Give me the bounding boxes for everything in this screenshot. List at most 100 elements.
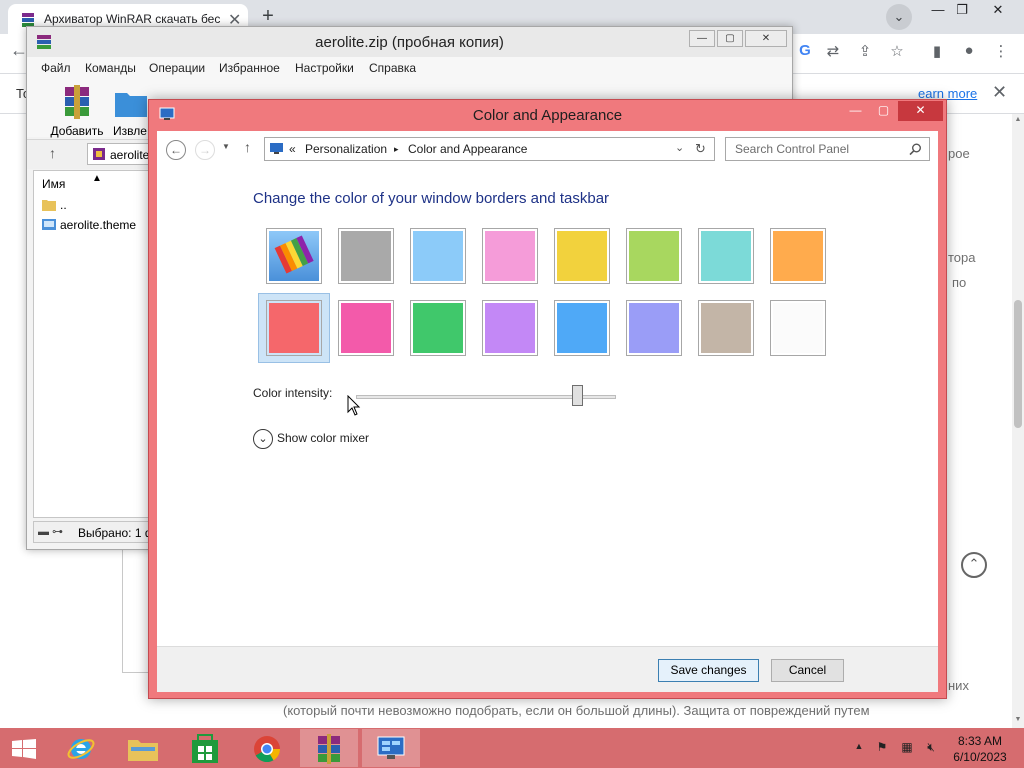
color-swatch[interactable] — [770, 228, 826, 284]
color-swatch[interactable] — [554, 300, 610, 356]
taskbar-control-panel[interactable] — [362, 729, 420, 767]
taskbar-file-explorer[interactable] — [114, 729, 172, 767]
winrar-icon — [318, 734, 340, 764]
scroll-to-top-button[interactable]: ⌃ — [961, 552, 987, 578]
browser-close-button[interactable]: ✕ — [982, 0, 1014, 22]
color-swatch[interactable] — [410, 300, 466, 356]
color-swatch[interactable] — [626, 300, 682, 356]
back-button[interactable]: ← — [166, 140, 186, 160]
breadcrumb-separator-icon[interactable]: ▸ — [394, 144, 399, 155]
color-intensity-slider-thumb[interactable] — [572, 385, 583, 406]
page-text-fragment: рое — [948, 146, 970, 161]
scroll-up-arrow-icon[interactable]: ▲ — [1012, 116, 1024, 123]
minimize-button[interactable]: — — [842, 101, 869, 121]
color-swatch[interactable] — [770, 300, 826, 356]
search-box[interactable]: Search Control Panel — [725, 137, 930, 161]
browser-restore-button[interactable]: ❐ — [946, 0, 978, 22]
page-text-fragment: по — [952, 275, 967, 290]
close-button[interactable]: ✕ — [898, 101, 943, 121]
search-icon[interactable] — [909, 143, 922, 156]
taskbar-chrome[interactable] — [238, 729, 296, 767]
winrar-path-field[interactable]: aerolite — [87, 143, 153, 165]
extract-folder-icon — [115, 93, 147, 117]
winrar-close-button[interactable]: ✕ — [745, 30, 787, 47]
taskbar-internet-explorer[interactable] — [52, 729, 110, 767]
menu-kebab-icon[interactable]: ⋮ — [990, 42, 1012, 60]
color-swatch[interactable] — [482, 228, 538, 284]
action-center-flag-icon[interactable]: ⚑ — [873, 740, 891, 756]
translate-icon[interactable]: ⇄ — [822, 42, 844, 60]
color-appearance-titlebar[interactable]: Color and Appearance — ▢ ✕ — [149, 100, 946, 130]
column-header-name[interactable]: Имя — [42, 177, 65, 191]
address-dropdown-icon[interactable]: ⌄ — [675, 141, 684, 154]
tab-search-button[interactable]: ⌄ — [886, 4, 912, 30]
taskbar-winrar[interactable] — [300, 729, 358, 767]
clock-date[interactable]: 6/10/2023 — [950, 750, 1010, 764]
save-changes-button[interactable]: Save changes — [658, 659, 759, 682]
swatch-fill — [629, 303, 679, 353]
tray-overflow-icon[interactable]: ▲ — [850, 741, 868, 757]
list-item[interactable]: aerolite.theme — [42, 217, 162, 235]
menu-commands[interactable]: Команды — [85, 61, 136, 75]
show-color-mixer-link[interactable]: Show color mixer — [277, 431, 369, 445]
list-item[interactable]: .. — [42, 197, 152, 215]
color-swatch[interactable] — [338, 228, 394, 284]
network-icon[interactable]: ▦ — [898, 740, 916, 756]
menu-operations[interactable]: Операции — [149, 61, 205, 75]
breadcrumb-color-appearance[interactable]: Color and Appearance — [408, 142, 527, 156]
breadcrumb-prefix[interactable]: « — [289, 142, 296, 156]
taskbar-store[interactable] — [176, 729, 234, 767]
store-icon — [192, 734, 218, 763]
menu-favorites[interactable]: Избранное — [219, 61, 280, 75]
refresh-icon[interactable]: ↻ — [695, 141, 706, 157]
dialog-footer: Save changes Cancel — [157, 646, 938, 692]
menu-settings[interactable]: Настройки — [295, 61, 354, 75]
scrollbar-thumb[interactable] — [1014, 300, 1022, 428]
chevron-down-icon[interactable]: ⌄ — [253, 429, 273, 449]
swatch-fill — [701, 231, 751, 281]
swatch-fill — [413, 303, 463, 353]
bookmark-star-icon[interactable]: ☆ — [886, 42, 908, 60]
add-button[interactable]: Добавить — [47, 85, 107, 138]
share-icon[interactable]: ⇪ — [854, 42, 876, 60]
infobar-close-icon[interactable]: ✕ — [992, 82, 1007, 103]
recent-pages-dropdown-icon[interactable]: ▼ — [222, 142, 230, 151]
page-text-fragment: тора — [948, 250, 976, 265]
swatch-fill — [557, 231, 607, 281]
control-panel-address-icon — [270, 143, 283, 154]
menu-file[interactable]: Файл — [41, 61, 71, 75]
start-button[interactable] — [0, 729, 48, 767]
google-icon[interactable]: G — [794, 42, 816, 59]
color-swatch[interactable] — [338, 300, 394, 356]
navigation-bar: ← → ▼ ↑ « Personalization ▸ Color and Ap… — [157, 131, 938, 169]
forward-button[interactable]: → — [195, 140, 215, 160]
color-swatch[interactable] — [410, 228, 466, 284]
cancel-button[interactable]: Cancel — [771, 659, 844, 682]
up-folder-icon[interactable]: ↑ — [49, 145, 56, 161]
volume-muted-icon[interactable]: 🔇︎ — [922, 740, 940, 756]
winrar-maximize-button[interactable]: ▢ — [717, 30, 743, 47]
winrar-title: aerolite.zip (пробная копия) — [315, 34, 504, 51]
breadcrumb-personalization[interactable]: Personalization — [305, 142, 387, 156]
add-label: Добавить — [50, 124, 104, 138]
winrar-minimize-button[interactable]: — — [689, 30, 715, 47]
internet-explorer-icon — [67, 739, 95, 759]
color-swatch[interactable] — [698, 228, 754, 284]
profile-icon[interactable]: ● — [958, 42, 980, 59]
up-level-icon[interactable]: ↑ — [244, 139, 251, 155]
color-swatch[interactable] — [626, 228, 682, 284]
maximize-button[interactable]: ▢ — [870, 101, 897, 121]
address-bar[interactable]: « Personalization ▸ Color and Appearance… — [264, 137, 715, 161]
extract-button[interactable]: Извле — [113, 85, 153, 138]
clock-time[interactable]: 8:33 AM — [950, 734, 1010, 748]
side-panel-icon[interactable]: ▮ — [926, 42, 948, 60]
color-swatch[interactable] — [698, 300, 754, 356]
menu-help[interactable]: Справка — [369, 61, 416, 75]
scroll-down-arrow-icon[interactable]: ▼ — [1012, 716, 1024, 723]
color-swatch[interactable] — [554, 228, 610, 284]
color-swatch[interactable] — [482, 300, 538, 356]
extract-label: Извле — [113, 124, 147, 138]
swatch-automatic[interactable] — [266, 228, 322, 284]
new-tab-button[interactable]: + — [256, 6, 280, 28]
color-swatch[interactable] — [266, 300, 322, 356]
